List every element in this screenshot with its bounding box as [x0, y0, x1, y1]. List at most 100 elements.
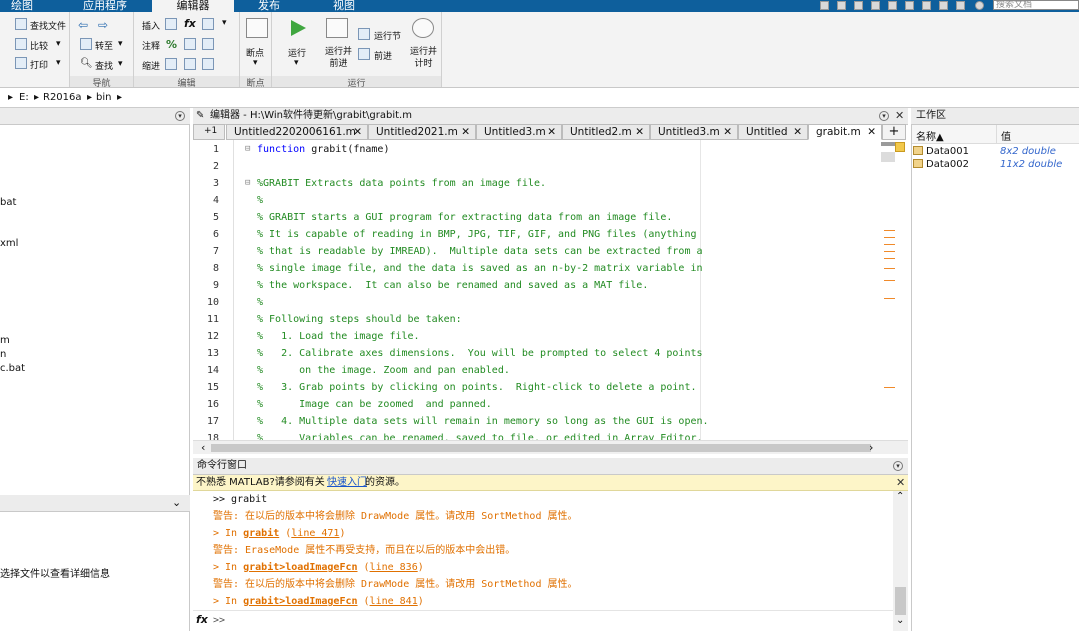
quick-start-link[interactable]: 快速入门	[327, 475, 367, 490]
breadcrumb-r2016a[interactable]: R2016a	[43, 92, 82, 103]
close-icon[interactable]: ✕	[547, 125, 556, 139]
quick-access-icon[interactable]	[820, 1, 829, 10]
code-area[interactable]: 1 function grabit(fname) ⊟ 2 3 %GRABIT Extrac…	[193, 140, 908, 440]
scroll-down-icon[interactable]: ⌄	[896, 615, 904, 626]
line-link[interactable]: line 471	[291, 528, 339, 539]
switch-windows-icon[interactable]	[939, 1, 948, 10]
compare-button[interactable]: 比较	[30, 39, 48, 52]
line-link[interactable]: line 836	[370, 562, 418, 573]
close-icon[interactable]: ✕	[896, 475, 905, 490]
save-icon[interactable]	[837, 1, 846, 10]
function-icon[interactable]: fx	[184, 17, 196, 30]
fold-icon[interactable]: ⊟	[245, 141, 250, 158]
tab-view[interactable]: 视图	[308, 0, 380, 12]
wrap-comment-icon[interactable]	[202, 38, 214, 50]
back-arrow-icon[interactable]: ⇦	[78, 18, 88, 32]
find-files-button[interactable]: 查找文件	[30, 19, 66, 32]
scroll-right-icon[interactable]: ›	[869, 441, 873, 454]
chevron-down-icon[interactable]: ⌄	[172, 495, 181, 511]
chevron-down-icon[interactable]: ▾	[222, 18, 227, 28]
prompt-row[interactable]: fx >>	[193, 610, 893, 631]
close-icon[interactable]: ✕	[895, 108, 904, 124]
paste-icon[interactable]	[888, 1, 897, 10]
chevron-down-icon[interactable]: ▾	[118, 39, 123, 49]
function-link[interactable]: grabit>loadImageFcn	[243, 562, 357, 573]
close-icon[interactable]: ✕	[461, 125, 470, 139]
warning-mark[interactable]	[884, 280, 895, 281]
editor-tab[interactable]: Untitled ✕	[738, 124, 808, 140]
goto-button[interactable]: 转至	[95, 39, 113, 52]
editor-tab[interactable]: Untitled2202006161.m ✕	[226, 124, 368, 140]
print-button[interactable]: 打印	[30, 58, 48, 71]
chevron-right-icon[interactable]: ▸	[117, 92, 122, 103]
fold-icon[interactable]: ⊟	[245, 175, 250, 192]
insert-section-icon[interactable]	[165, 18, 177, 30]
warning-mark[interactable]	[884, 237, 895, 238]
run-section-button[interactable]: 运行节	[374, 29, 401, 42]
column-divider[interactable]	[996, 125, 997, 144]
insert-cell-icon[interactable]	[202, 18, 214, 30]
workspace-variable-row[interactable]: Data001	[913, 146, 969, 159]
file-item[interactable]: bat	[0, 197, 16, 208]
tab-apps[interactable]: 应用程序	[74, 0, 136, 12]
column-name[interactable]: 名称▲	[916, 128, 944, 143]
increase-indent-icon[interactable]	[184, 58, 196, 70]
scroll-up-icon[interactable]: ⌃	[896, 491, 904, 502]
chevron-down-icon[interactable]: ▾	[56, 58, 61, 68]
function-browser-icon[interactable]: fx	[196, 613, 208, 626]
chevron-down-icon[interactable]: ▾	[253, 58, 258, 68]
file-item[interactable]: n	[0, 349, 6, 360]
search-documentation-input[interactable]: 搜索文档	[993, 0, 1079, 10]
warning-mark[interactable]	[884, 258, 895, 259]
editor-tab[interactable]: Untitled3.m ✕	[476, 124, 562, 140]
copy-icon[interactable]	[871, 1, 880, 10]
close-icon[interactable]: ✕	[723, 125, 732, 139]
command-window-body[interactable]: >> grabit 警告: 在以后的版本中将会删除 DrawMode 属性。请改…	[193, 491, 908, 631]
chevron-down-icon[interactable]: ▾	[56, 39, 61, 49]
horizontal-scrollbar[interactable]: ‹ ›	[193, 440, 908, 454]
column-value[interactable]: 值	[1001, 128, 1011, 143]
close-icon[interactable]: ✕	[793, 125, 802, 139]
chevron-right-icon[interactable]: ▸	[87, 92, 92, 103]
warning-indicator-icon[interactable]	[895, 142, 905, 152]
editor-tab[interactable]: Untitled2021.m ✕	[368, 124, 476, 140]
warning-mark[interactable]	[884, 251, 895, 252]
forward-arrow-icon[interactable]: ⇨	[98, 18, 108, 32]
tab-publish[interactable]: 发布	[238, 0, 300, 12]
advance-button[interactable]: 前进	[374, 49, 392, 62]
tab-editor[interactable]: 编辑器	[152, 0, 234, 12]
editor-tab-active[interactable]: grabit.m ✕	[808, 124, 882, 140]
breadcrumb-drive[interactable]: E:	[19, 92, 29, 103]
chevron-down-icon[interactable]: ▾	[294, 58, 299, 68]
undo-icon[interactable]	[905, 1, 914, 10]
editor-tab[interactable]: Untitled3.m ✕	[650, 124, 738, 140]
run-advance-button[interactable]: 运行并 前进	[325, 46, 352, 70]
percent-comment-icon[interactable]: %	[166, 38, 177, 51]
help-icon[interactable]	[975, 1, 984, 10]
hidden-tabs-count[interactable]: +1	[193, 124, 225, 140]
chevron-down-icon[interactable]: ▾	[118, 59, 123, 69]
close-icon[interactable]: ✕	[353, 125, 362, 139]
workspace-variable-row[interactable]: Data002	[913, 159, 969, 172]
scroll-thumb[interactable]	[895, 587, 906, 615]
editor-tab[interactable]: Untitled2.m ✕	[562, 124, 650, 140]
panel-menu-icon[interactable]: ▾	[893, 461, 903, 471]
redo-icon[interactable]	[922, 1, 931, 10]
new-tab-button[interactable]: +	[882, 124, 906, 140]
file-item[interactable]: xml	[0, 238, 18, 249]
warning-mark[interactable]	[884, 387, 895, 388]
close-icon[interactable]: ✕	[867, 125, 876, 139]
vertical-scrollbar[interactable]: ⌃ ⌄	[893, 491, 908, 631]
decrease-indent-icon[interactable]	[202, 58, 214, 70]
scroll-left-icon[interactable]: ‹	[201, 441, 205, 454]
warning-mark[interactable]	[884, 230, 895, 231]
command-prompt[interactable]: >>	[213, 612, 225, 629]
function-link[interactable]: grabit>loadImageFcn	[243, 596, 357, 607]
line-link[interactable]: line 841	[370, 596, 418, 607]
run-and-time-button[interactable]: 运行并 计时	[410, 46, 437, 70]
warning-mark[interactable]	[884, 298, 895, 299]
panel-menu-icon[interactable]: ▾	[879, 111, 889, 121]
panel-menu-icon[interactable]: ▾	[175, 111, 185, 121]
tab-plots[interactable]: 绘图	[0, 0, 44, 12]
close-icon[interactable]: ✕	[635, 125, 644, 139]
